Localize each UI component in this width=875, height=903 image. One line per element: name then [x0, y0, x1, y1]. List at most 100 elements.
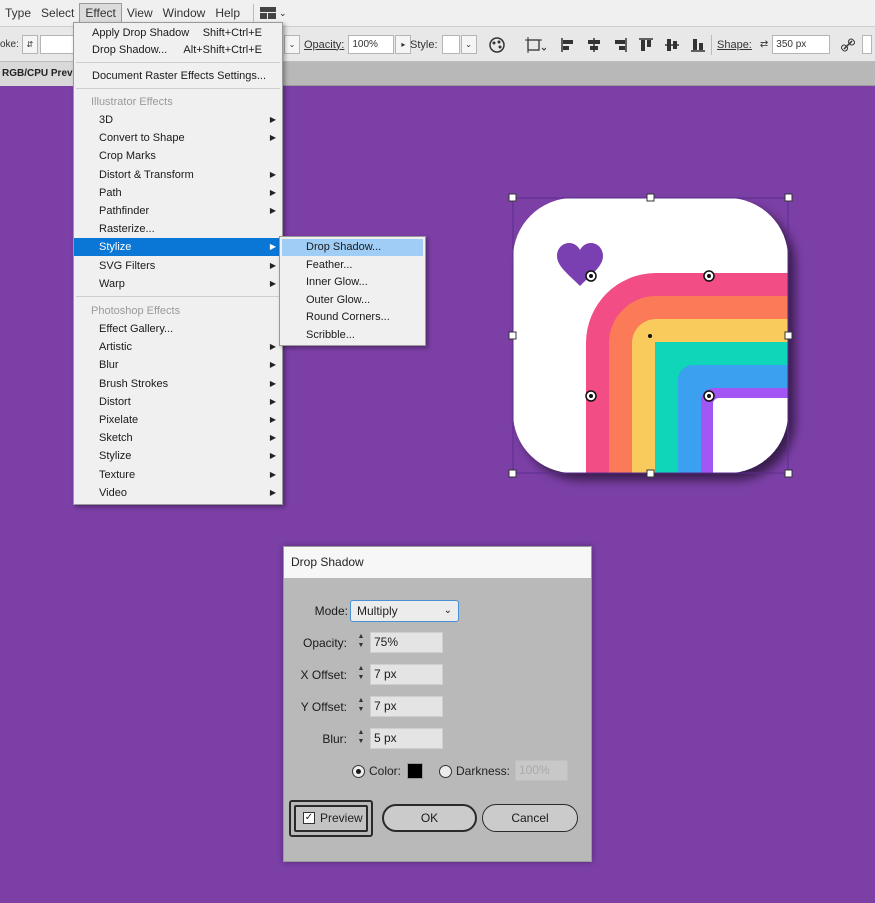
menu-item-label: Blur — [99, 359, 119, 371]
align-middle-icon[interactable] — [664, 37, 680, 53]
menu-item-label: Brush Strokes — [99, 378, 169, 390]
menu-stylize-photoshop[interactable]: Stylize ▶ — [74, 447, 282, 465]
menu-texture[interactable]: Texture ▶ — [74, 466, 282, 484]
submenu-feather[interactable]: Feather... — [282, 257, 423, 274]
preview-checkbox-button[interactable]: ✓ Preview — [294, 805, 368, 832]
submenu-outer-glow[interactable]: Outer Glow... — [282, 292, 423, 309]
menu-type[interactable]: Type — [0, 3, 36, 23]
align-right-icon[interactable] — [612, 37, 628, 53]
submenu-arrow-icon: ▶ — [269, 133, 276, 142]
y-offset-label: Y Offset: — [300, 700, 347, 714]
submenu-arrow-icon: ▶ — [269, 170, 276, 179]
shape-width-field[interactable]: 350 px — [772, 35, 831, 54]
menu-pathfinder[interactable]: Pathfinder ▶ — [74, 202, 282, 220]
menu-distort[interactable]: Distort ▶ — [74, 393, 282, 411]
menu-apply-drop-shadow[interactable]: Apply Drop Shadow Shift+Ctrl+E — [74, 24, 282, 42]
menu-pixelate[interactable]: Pixelate ▶ — [74, 411, 282, 429]
menu-distort-transform[interactable]: Distort & Transform ▶ — [74, 166, 282, 184]
align-top-icon[interactable] — [638, 37, 654, 53]
style-swatch[interactable] — [441, 35, 460, 54]
submenu-arrow-icon: ▶ — [269, 279, 276, 288]
menu-item-label: Crop Marks — [99, 150, 156, 162]
menu-window[interactable]: Window — [158, 3, 211, 23]
darkness-radio[interactable] — [439, 765, 452, 778]
stroke-weight-stepper[interactable]: ⇵ — [21, 35, 38, 54]
menu-view[interactable]: View — [122, 3, 158, 23]
menu-3d[interactable]: 3D ▶ — [74, 111, 282, 129]
menu-sketch[interactable]: Sketch ▶ — [74, 429, 282, 447]
menu-video[interactable]: Video ▶ — [74, 484, 282, 502]
menu-blur[interactable]: Blur ▶ — [74, 356, 282, 374]
dialog-titlebar[interactable]: Drop Shadow — [284, 547, 591, 578]
effect-menu-dropdown: Apply Drop Shadow Shift+Ctrl+E Drop Shad… — [73, 22, 283, 505]
align-center-icon[interactable] — [586, 37, 602, 53]
ok-button[interactable]: OK — [382, 804, 477, 832]
menu-item-label: Stylize — [99, 241, 132, 253]
menu-select[interactable]: Select — [36, 3, 79, 23]
drop-shadow-dialog: Drop Shadow Mode: Multiply ⌄ Opacity: ▲ ▼… — [283, 546, 592, 862]
constrain-link-icon[interactable] — [840, 37, 856, 53]
mode-select[interactable]: Multiply ⌄ — [350, 600, 459, 622]
submenu-round-corners[interactable]: Round Corners... — [282, 309, 423, 326]
brush-dropdown[interactable]: ⌄ — [284, 35, 300, 54]
menu-item-label: SVG Filters — [99, 260, 156, 272]
menu-document-raster-settings[interactable]: Document Raster Effects Settings... — [74, 67, 282, 85]
blur-field[interactable]: 5 px — [370, 728, 443, 749]
shape-height-field[interactable] — [862, 35, 873, 54]
x-offset-label: X Offset: — [300, 668, 347, 682]
opacity-arrow-button[interactable]: ▸ — [395, 35, 412, 54]
menu-brush-strokes[interactable]: Brush Strokes ▶ — [74, 375, 282, 393]
align-left-icon[interactable] — [560, 37, 576, 53]
shape-divider — [711, 34, 712, 55]
workspace-grid-icon — [260, 7, 277, 19]
menu-item-label: Distort & Transform — [99, 169, 194, 181]
menu-effect[interactable]: Effect — [79, 3, 122, 23]
preview-focus-ring: ✓ Preview — [289, 800, 373, 837]
menu-drop-shadow[interactable]: Drop Shadow... Alt+Shift+Ctrl+E — [74, 41, 282, 59]
chevron-down-icon: ⌄ — [279, 7, 287, 18]
menu-stylize-illustrator[interactable]: Stylize ▶ — [74, 238, 282, 256]
menu-crop-marks[interactable]: Crop Marks — [74, 147, 282, 165]
menu-separator — [76, 62, 280, 63]
x-offset-field[interactable]: 7 px — [370, 664, 443, 685]
opacity-field[interactable]: 75% — [370, 632, 443, 653]
recolor-artwork-icon[interactable] — [488, 36, 506, 54]
opacity-field[interactable]: 100% — [348, 35, 395, 54]
menu-warp[interactable]: Warp ▶ — [74, 275, 282, 293]
menu-item-label: Stylize — [99, 450, 132, 462]
menu-rasterize[interactable]: Rasterize... — [74, 220, 282, 238]
cancel-button[interactable]: Cancel — [482, 804, 578, 832]
x-offset-stepper[interactable]: ▲ ▼ — [355, 664, 367, 684]
submenu-drop-shadow[interactable]: Drop Shadow... — [282, 239, 423, 256]
menu-separator — [76, 88, 280, 89]
y-offset-stepper[interactable]: ▲ ▼ — [355, 696, 367, 716]
menu-help[interactable]: Help — [210, 3, 245, 23]
color-radio[interactable] — [352, 765, 365, 778]
menu-effect-gallery[interactable]: Effect Gallery... — [74, 320, 282, 338]
align-bottom-icon[interactable] — [690, 37, 706, 53]
dialog-title: Drop Shadow — [291, 555, 364, 569]
shadow-color-swatch[interactable] — [407, 763, 423, 779]
style-dropdown[interactable]: ⌄ — [460, 35, 477, 54]
workspace-switcher-button[interactable]: ⌄ — [260, 7, 287, 19]
submenu-scribble[interactable]: Scribble... — [282, 327, 423, 344]
illustrator-effects-header: Illustrator Effects — [74, 93, 282, 111]
darkness-field[interactable]: 100% — [515, 760, 568, 781]
menu-path[interactable]: Path ▶ — [74, 184, 282, 202]
menu-item-label: Effect Gallery... — [99, 323, 174, 335]
y-offset-field[interactable]: 7 px — [370, 696, 443, 717]
opacity-label[interactable]: Opacity: — [304, 39, 344, 51]
blur-stepper[interactable]: ▲ ▼ — [355, 728, 367, 748]
mode-label: Mode: — [314, 604, 348, 618]
menu-svg-filters[interactable]: SVG Filters ▶ — [74, 257, 282, 275]
submenu-inner-glow[interactable]: Inner Glow... — [282, 274, 423, 291]
rainbow-icon-artwork[interactable] — [505, 190, 805, 490]
menu-item-label: Warp — [99, 278, 125, 290]
menu-item-label: Document Raster Effects Settings... — [92, 70, 267, 82]
transform-icon[interactable] — [524, 36, 546, 54]
shape-label[interactable]: Shape: — [717, 39, 752, 51]
opacity-stepper[interactable]: ▲ ▼ — [355, 632, 367, 652]
menu-convert-to-shape[interactable]: Convert to Shape ▶ — [74, 129, 282, 147]
menu-item-label: Sketch — [99, 432, 133, 444]
menu-artistic[interactable]: Artistic ▶ — [74, 338, 282, 356]
